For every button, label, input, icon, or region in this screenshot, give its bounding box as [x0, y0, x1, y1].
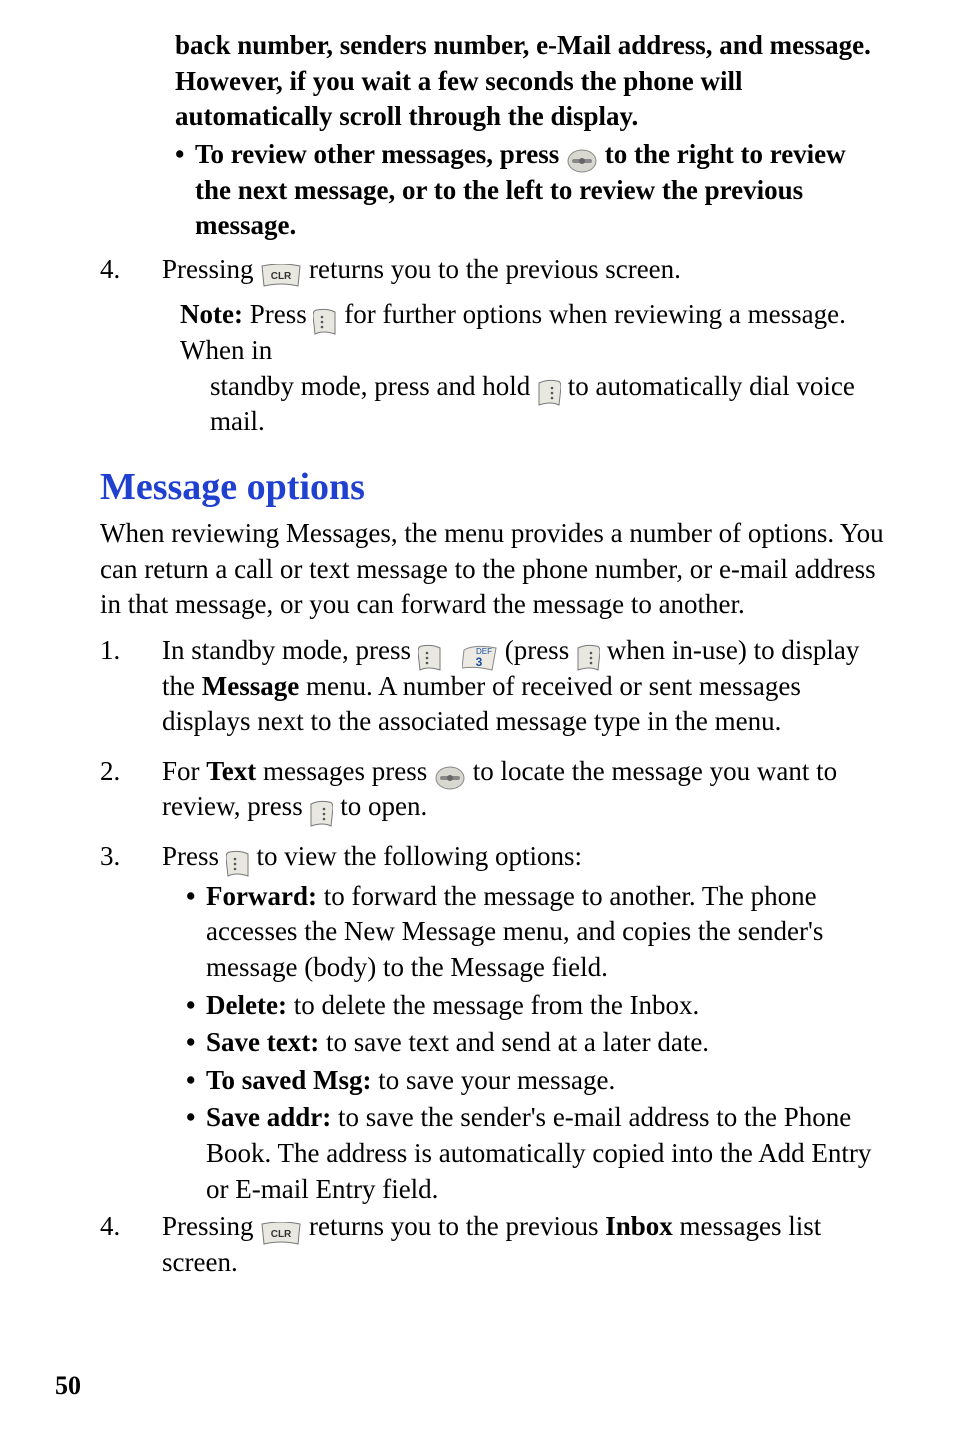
- step-number: 2.: [100, 754, 162, 790]
- nav-joystick-icon: [566, 142, 598, 168]
- step-body: For Text messages press to locate the me…: [162, 754, 884, 825]
- bullet-pre: To review other messages, press: [195, 139, 559, 169]
- menu-name: Message: [202, 671, 299, 701]
- t: returns you to the previous screen.: [309, 254, 681, 284]
- step-body: Pressing CLR returns you to the previous…: [162, 1209, 884, 1280]
- opt-label: Delete:: [206, 990, 287, 1020]
- nav-joystick-icon: [434, 759, 466, 785]
- step-4: 4. Pressing CLR returns you to the previ…: [100, 1209, 884, 1280]
- options-list: Forward: to forward the message to anoth…: [186, 879, 884, 1208]
- t: to view the following options:: [257, 841, 582, 871]
- left-soft-key-icon: [313, 302, 337, 328]
- step-body: Pressing CLR returns you to the previous…: [162, 252, 884, 288]
- right-soft-key-icon: [537, 373, 561, 399]
- step-number: 3.: [100, 839, 162, 875]
- note-line1: Note: Press for further options when rev…: [180, 297, 884, 368]
- option-save-text: Save text: to save text and send at a la…: [186, 1025, 884, 1061]
- opt-text: to delete the message from the Inbox.: [287, 990, 699, 1020]
- option-forward: Forward: to forward the message to anoth…: [186, 879, 884, 986]
- option-to-saved-msg: To saved Msg: to save your message.: [186, 1063, 884, 1099]
- step-number: 1.: [100, 633, 162, 669]
- page: back number, senders number, e-Mail addr…: [0, 0, 954, 1433]
- t: In standby mode, press: [162, 635, 418, 665]
- step-2: 2. For Text messages press to locate the…: [100, 754, 884, 825]
- t: messages press: [256, 756, 427, 786]
- top-continuation: back number, senders number, e-Mail addr…: [175, 28, 884, 244]
- section-heading: Message options: [100, 462, 884, 512]
- note-line2: standby mode, press and hold to automati…: [210, 369, 884, 440]
- right-soft-key-icon: [576, 638, 600, 664]
- t: For: [162, 756, 206, 786]
- opt-text: to save text and send at a later date.: [319, 1027, 709, 1057]
- clr-key-icon: CLR: [260, 1214, 302, 1240]
- note-block: Note: Press for further options when rev…: [180, 297, 884, 440]
- t: standby mode, press and hold: [210, 371, 537, 401]
- top-bullet: To review other messages, press to the r…: [175, 137, 884, 244]
- step-body: Press to view the following options:: [162, 839, 884, 875]
- cont-text: back number, senders number, e-Mail addr…: [175, 30, 871, 131]
- opt-label: Save text:: [206, 1027, 319, 1057]
- left-soft-key-icon: [418, 638, 442, 664]
- svg-text:3: 3: [476, 655, 483, 669]
- step-number: 4.: [100, 1209, 162, 1245]
- intro-paragraph: When reviewing Messages, the menu provid…: [100, 516, 884, 623]
- option-delete: Delete: to delete the message from the I…: [186, 988, 884, 1024]
- top-step-4: 4. Pressing CLR returns you to the previ…: [100, 252, 884, 288]
- inbox-label: Inbox: [605, 1211, 673, 1241]
- opt-label: Save addr:: [206, 1102, 331, 1132]
- clr-key-icon: CLR: [260, 257, 302, 283]
- t: (press: [505, 635, 576, 665]
- svg-text:CLR: CLR: [271, 271, 292, 282]
- page-number: 50: [55, 1369, 81, 1403]
- t: Pressing: [162, 1211, 260, 1241]
- key-3-def-icon: DEF 3: [462, 638, 498, 664]
- t: Pressing: [162, 254, 260, 284]
- left-soft-key-icon: [226, 844, 250, 870]
- t: Press: [162, 841, 226, 871]
- opt-label: To saved Msg:: [206, 1065, 372, 1095]
- right-soft-key-icon: [309, 794, 333, 820]
- step-number: 4.: [100, 252, 162, 288]
- t: Press: [250, 299, 314, 329]
- opt-text: to save your message.: [372, 1065, 616, 1095]
- svg-text:CLR: CLR: [271, 1229, 292, 1240]
- text-label: Text: [206, 756, 256, 786]
- t: returns you to the previous: [309, 1211, 605, 1241]
- option-save-addr: Save addr: to save the sender's e-mail a…: [186, 1100, 884, 1207]
- t: to open.: [340, 791, 427, 821]
- opt-label: Forward:: [206, 881, 317, 911]
- step-body: In standby mode, press DEF 3 (press: [162, 633, 884, 740]
- step-3: 3. Press to view the following options:: [100, 839, 884, 875]
- step-1: 1. In standby mode, press DEF 3 (press: [100, 633, 884, 740]
- note-label: Note:: [180, 299, 243, 329]
